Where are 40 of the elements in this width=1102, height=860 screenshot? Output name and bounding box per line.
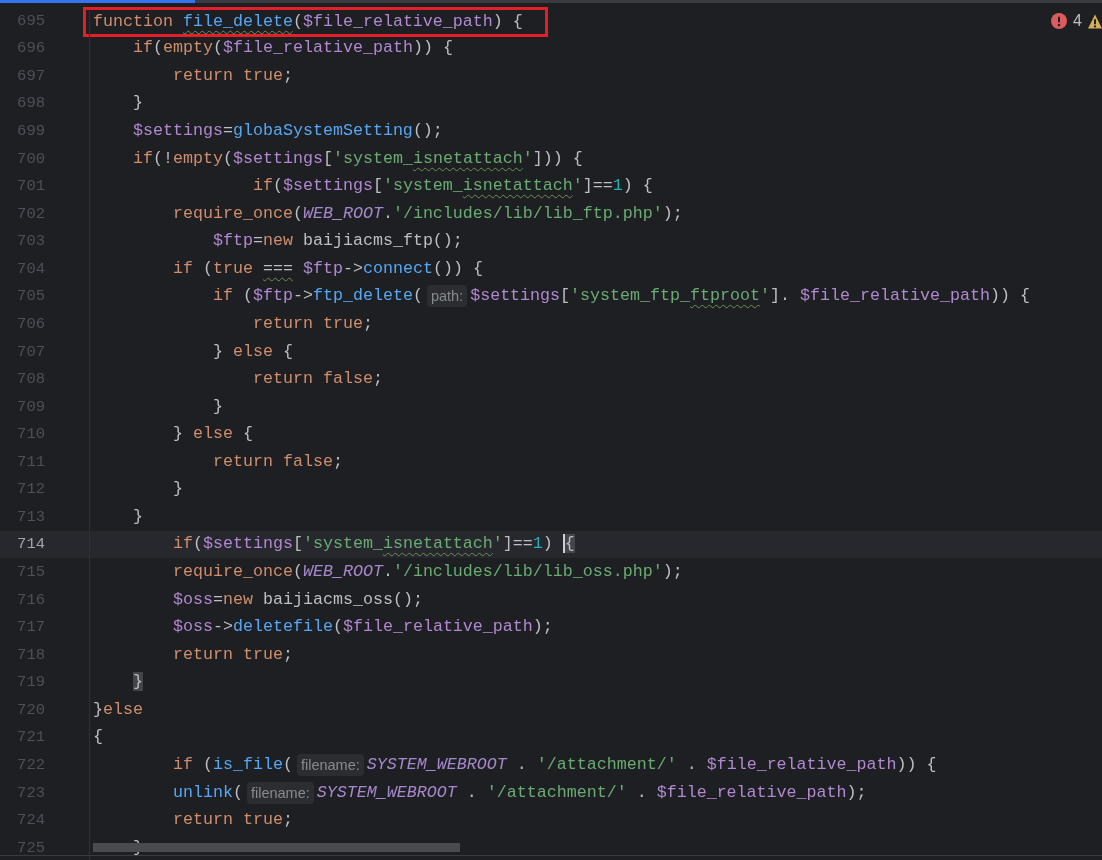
code-text: }else	[93, 698, 143, 721]
code-text: $oss->deletefile($file_relative_path);	[171, 616, 553, 639]
code-text: } else {	[171, 423, 253, 446]
code-text: if (is_file(	[171, 753, 293, 776]
code-text: unlink(	[171, 781, 243, 804]
error-count[interactable]: 4	[1073, 12, 1082, 30]
code-text: $settings['system_ftp_ftproot']. $file_relative_path)) {	[470, 285, 1030, 308]
code-text: $oss=new baijiacms_oss();	[171, 588, 423, 611]
code-text: {	[93, 726, 103, 749]
error-icon[interactable]	[1051, 13, 1068, 29]
code-text: return false;	[211, 450, 343, 473]
code-text: SYSTEM_WEBROOT . '/attachment/' . $file_relative_path);	[316, 781, 867, 804]
parameter-hint: filename:	[246, 781, 314, 804]
code-text: require_once(WEB_ROOT.'/includes/lib/lib_oss.php');	[171, 561, 683, 584]
code-text: if ($ftp->ftp_delete(	[211, 285, 423, 308]
line-number: 714	[16, 535, 45, 554]
code-text: require_once(WEB_ROOT.'/includes/lib/lib_ftp.php');	[171, 202, 683, 225]
code-text: } else {	[211, 340, 293, 363]
code-text: }	[171, 478, 183, 501]
warning-icon[interactable]	[1088, 13, 1102, 29]
code-text: function file_delete($file_relative_path) {	[83, 6, 548, 37]
code-text: return true;	[251, 312, 373, 335]
code-text: if (true === $ftp->connect()) {	[171, 257, 483, 280]
code-text: }	[131, 671, 143, 694]
code-text: return true;	[171, 643, 293, 666]
code-text: return true;	[171, 64, 293, 87]
parameter-hint: path:	[426, 285, 468, 308]
code-text: if(!empty($settings['system_isnetattach'])) {	[131, 147, 583, 170]
code-text: }	[131, 505, 143, 528]
code-text: return true;	[171, 809, 293, 832]
code-text: $ftp=new baijiacms_ftp();	[211, 230, 463, 253]
code-text: return false;	[251, 368, 383, 391]
code-text: if($settings['system_isnetattach']==1) {	[171, 533, 575, 556]
parameter-hint: filename:	[296, 753, 364, 776]
code-text: }	[131, 92, 143, 115]
code-text: if($settings['system_isnetattach']==1) {	[251, 175, 653, 198]
code-text: }	[211, 395, 223, 418]
code-text: SYSTEM_WEBROOT . '/attachment/' . $file_relative_path)) {	[366, 753, 937, 776]
code-text: if(empty($file_relative_path)) {	[131, 37, 453, 60]
code-text: $settings=globaSystemSetting();	[131, 120, 443, 143]
